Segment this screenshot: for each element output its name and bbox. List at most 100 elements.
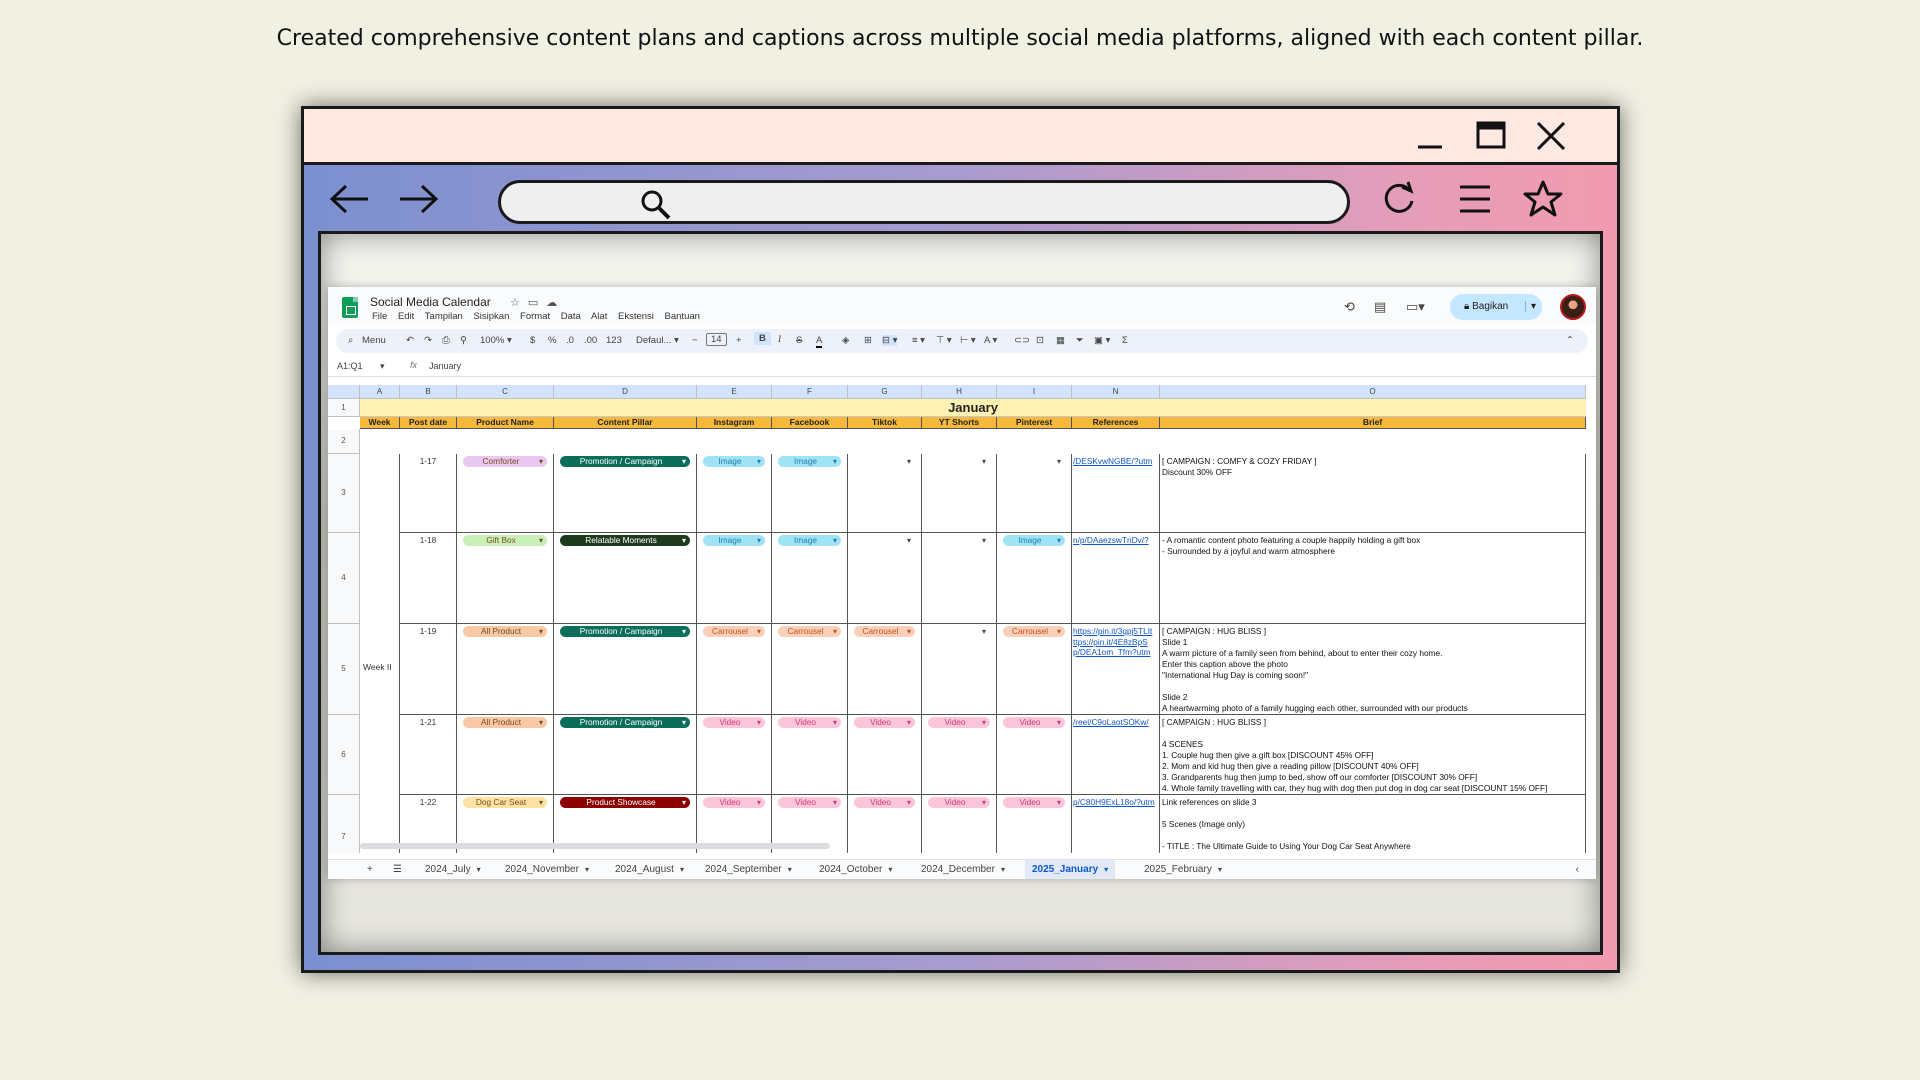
column-header-a[interactable]: A [360, 385, 400, 399]
pillar-chip[interactable]: Promotion / Campaign [560, 717, 690, 728]
facebook-cell[interactable]: Video [772, 715, 848, 795]
row-header-6[interactable]: 6 [328, 715, 360, 795]
reference-link[interactable]: /DESKvwNGBE/?utm [1073, 456, 1159, 467]
pillar-cell[interactable]: Promotion / Campaign [554, 454, 697, 533]
product-chip[interactable]: Dog Car Seat [463, 797, 547, 808]
instagram-chip[interactable]: Image [703, 456, 765, 467]
chevron-down-icon[interactable]: ▾ [585, 865, 589, 874]
yt-shorts-chip[interactable] [928, 535, 990, 546]
tiktok-chip[interactable]: Carrousel [854, 626, 915, 637]
percent-button[interactable]: % [548, 335, 556, 346]
column-header-d[interactable]: D [554, 385, 697, 399]
print-icon[interactable]: ⎙ [442, 335, 450, 346]
sheet-tab[interactable]: 2025_February ▾ [1137, 860, 1229, 879]
column-header-o[interactable]: O [1160, 385, 1586, 399]
post-date-cell[interactable]: 1-18 [400, 533, 457, 624]
post-date-cell[interactable]: 1-21 [400, 715, 457, 795]
references-cell[interactable]: p/C80H9ExL18o/?utm [1072, 795, 1160, 853]
fill-color-icon[interactable]: ◈ [842, 335, 849, 346]
instagram-cell[interactable]: Image [697, 454, 772, 533]
product-cell[interactable]: Comforter [457, 454, 554, 533]
minimize-icon[interactable] [1408, 119, 1448, 153]
facebook-chip[interactable]: Video [778, 797, 841, 808]
filter-icon[interactable]: ⏷ [1076, 335, 1084, 346]
tiktok-cell[interactable]: Video [848, 795, 922, 853]
column-header-b[interactable]: B [400, 385, 457, 399]
row-header-3[interactable]: 3 [328, 454, 360, 533]
product-cell[interactable]: All Product [457, 624, 554, 715]
merge-icon[interactable]: ⊟ ▾ [882, 335, 898, 346]
maximize-icon[interactable] [1470, 119, 1510, 153]
pinterest-cell[interactable] [997, 454, 1072, 533]
pinterest-cell[interactable]: Image [997, 533, 1072, 624]
hamburger-icon[interactable] [1454, 179, 1498, 219]
add-sheet-button[interactable]: + [360, 860, 380, 879]
chevron-down-icon[interactable]: ▾ [1104, 865, 1108, 874]
facebook-chip[interactable]: Carrousel [778, 626, 841, 637]
text-color-icon[interactable]: A [816, 335, 823, 348]
instagram-cell[interactable]: Carrousel [697, 624, 772, 715]
align-icon[interactable]: ≡ ▾ [912, 335, 925, 346]
menu-edit[interactable]: Edit [398, 311, 414, 322]
facebook-cell[interactable]: Image [772, 533, 848, 624]
borders-icon[interactable]: ⊞ [864, 335, 872, 346]
spreadsheet-grid[interactable]: ABCDEFGHINO12345678JanuaryWeekPost dateP… [328, 385, 1586, 853]
column-header-g[interactable]: G [848, 385, 922, 399]
horizontal-scrollbar[interactable] [360, 843, 830, 849]
address-bar[interactable] [498, 180, 1350, 224]
reference-link[interactable]: /reel/C9oLaotSOKw/ [1073, 717, 1159, 728]
facebook-cell[interactable]: Carrousel [772, 624, 848, 715]
menu-search-input[interactable]: Menu [362, 335, 386, 346]
reference-link[interactable]: n/p/DAaezswTnDv/? [1073, 535, 1159, 546]
row-header-1[interactable]: 1 [328, 399, 360, 417]
font-select[interactable]: Defaul... ▾ [636, 335, 679, 346]
history-icon[interactable]: ⟲ [1344, 299, 1355, 315]
font-size-decrease[interactable]: − [692, 335, 698, 346]
facebook-cell[interactable]: Image [772, 454, 848, 533]
yt-shorts-chip[interactable] [928, 456, 990, 467]
format-number-button[interactable]: 123 [606, 335, 622, 346]
sheet-tab[interactable]: 2025_January ▾ [1025, 860, 1116, 879]
pillar-chip[interactable]: Relatable Moments [560, 535, 690, 546]
yt-shorts-chip[interactable] [928, 626, 990, 637]
pillar-cell[interactable]: Promotion / Campaign [554, 715, 697, 795]
column-header-f[interactable]: F [772, 385, 848, 399]
product-cell[interactable]: All Product [457, 715, 554, 795]
select-all-corner[interactable] [328, 385, 360, 399]
chevron-down-icon[interactable]: ▾ [888, 865, 892, 874]
pinterest-chip[interactable]: Video [1003, 717, 1065, 728]
pinterest-cell[interactable]: Video [997, 715, 1072, 795]
folder-icon[interactable]: ▭ [528, 297, 546, 309]
arrow-left-icon[interactable] [328, 181, 372, 217]
redo-icon[interactable]: ↷ [424, 335, 432, 346]
zoom-select[interactable]: 100% ▾ [480, 335, 512, 346]
yt-shorts-cell[interactable]: Video [922, 795, 997, 853]
tiktok-cell[interactable] [848, 533, 922, 624]
references-cell[interactable]: /reel/C9oLaotSOKw/ [1072, 715, 1160, 795]
instagram-cell[interactable]: Image [697, 533, 772, 624]
instagram-chip[interactable]: Video [703, 797, 765, 808]
share-button[interactable]: 🔒︎ Bagikan ▾ [1450, 294, 1542, 320]
facebook-chip[interactable]: Image [778, 456, 841, 467]
chevron-down-icon[interactable]: ▾ [788, 865, 792, 874]
product-cell[interactable]: Gift Box [457, 533, 554, 624]
chevron-down-icon[interactable]: ▾ [680, 865, 684, 874]
menu-tools[interactable]: Alat [591, 311, 607, 322]
row-header-2[interactable]: 2 [328, 429, 360, 454]
search-icon[interactable]: ⌕ [348, 335, 353, 346]
tiktok-chip[interactable] [854, 456, 915, 467]
chevron-down-icon[interactable]: ▾ [1218, 865, 1222, 874]
brief-cell[interactable]: - A romantic content photo featuring a c… [1160, 533, 1586, 624]
filter-views-icon[interactable]: ▣ ▾ [1094, 335, 1110, 346]
post-date-cell[interactable]: 1-19 [400, 624, 457, 715]
font-size-increase[interactable]: + [736, 335, 742, 346]
sheet-tab[interactable]: 2024_December ▾ [914, 860, 1012, 879]
tiktok-cell[interactable] [848, 454, 922, 533]
undo-icon[interactable]: ↶ [406, 335, 414, 346]
tiktok-chip[interactable]: Video [854, 717, 915, 728]
valign-icon[interactable]: ⊤ ▾ [936, 335, 952, 346]
facebook-chip[interactable]: Image [778, 535, 841, 546]
arrow-right-icon[interactable] [396, 181, 440, 217]
tiktok-cell[interactable]: Video [848, 715, 922, 795]
menu-view[interactable]: Tampilan [425, 311, 463, 322]
